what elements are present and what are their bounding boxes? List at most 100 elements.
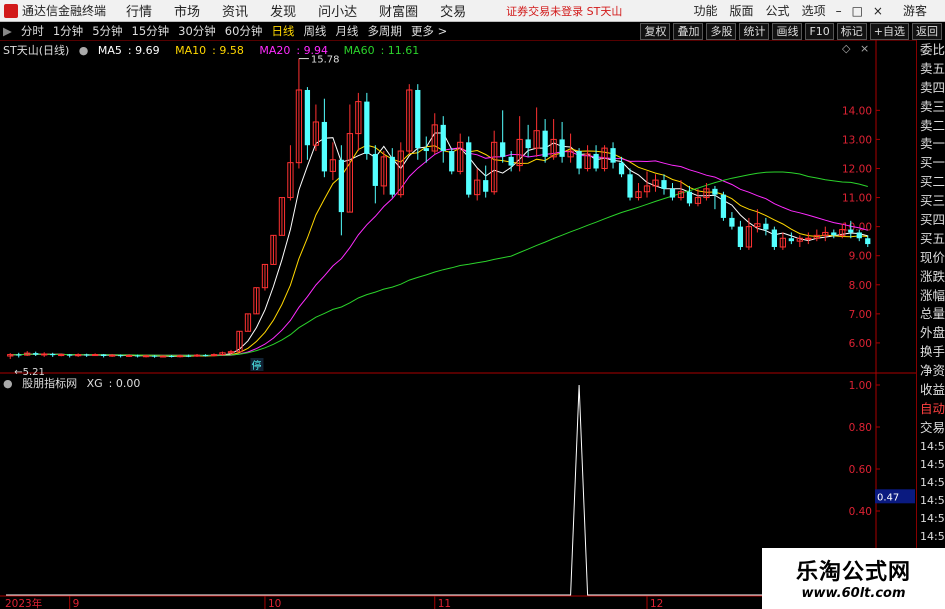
candle-body: [176, 355, 184, 358]
candle-body: [856, 232, 862, 239]
tool-add-watchlist[interactable]: +自选: [869, 22, 909, 40]
maximize-icon[interactable]: □: [852, 4, 863, 18]
right-panel-item[interactable]: 买三: [917, 191, 945, 210]
right-panel-item[interactable]: 交易: [917, 418, 945, 437]
right-panel-item[interactable]: 委比: [917, 40, 945, 59]
y-tick-label: 7.00: [849, 309, 872, 321]
tool-f10[interactable]: F10: [805, 22, 834, 40]
right-panel-item[interactable]: 卖一: [917, 134, 945, 153]
period-tab-daily[interactable]: 日线: [271, 23, 294, 39]
right-panel-item[interactable]: 卖五: [917, 59, 945, 78]
menu-function[interactable]: 功能: [694, 2, 718, 19]
watermark-title: 乐淘公式网: [795, 560, 911, 585]
candle-body: [415, 89, 421, 149]
y-tick-label: 9.00: [849, 251, 872, 263]
period-tab-30min[interactable]: 30分钟: [178, 23, 216, 39]
user-label[interactable]: 游客: [903, 2, 927, 19]
menu-item-ask[interactable]: 问小达: [318, 1, 357, 20]
candle-body: [771, 229, 777, 247]
candle-body: [92, 354, 99, 357]
right-panel-item[interactable]: 净资: [917, 361, 945, 380]
menu-item-discover[interactable]: 发现: [270, 1, 296, 20]
period-tab-5min[interactable]: 5分钟: [92, 23, 122, 39]
period-tab-monthly[interactable]: 月线: [335, 23, 358, 39]
suspension-marker: 停: [251, 359, 261, 372]
candle-body: [58, 354, 65, 357]
menu-formula[interactable]: 公式: [766, 2, 790, 19]
period-tab-more[interactable]: 更多 >: [411, 23, 447, 39]
right-panel-item[interactable]: 外盘: [917, 323, 945, 342]
candle-body: [627, 174, 633, 198]
x-tick-label: 2023年: [5, 597, 42, 609]
tool-statistics[interactable]: 统计: [739, 22, 770, 40]
y-tick-label: 6.00: [849, 338, 872, 350]
period-tab-multi[interactable]: 多周期: [367, 23, 402, 39]
indicator-y-label: 0.40: [849, 506, 872, 518]
menu-item-news[interactable]: 资讯: [222, 1, 248, 20]
candle-body: [712, 188, 718, 195]
tool-mark[interactable]: 标记: [836, 22, 867, 40]
tool-overlay[interactable]: 叠加: [673, 22, 704, 40]
menu-layout[interactable]: 版面: [730, 2, 754, 19]
candle-body: [67, 354, 73, 356]
right-panel-item[interactable]: 涨幅: [917, 286, 945, 305]
right-panel-item[interactable]: 卖三: [917, 97, 945, 116]
period-tab-1min[interactable]: 1分钟: [53, 23, 83, 39]
chart-area[interactable]: 6.007.008.009.0010.0011.0012.0013.0014.0…: [0, 40, 916, 609]
right-panel-item[interactable]: 买二: [917, 172, 945, 191]
period-tab-intraday[interactable]: 分时: [21, 23, 44, 39]
right-panel-item[interactable]: 买四: [917, 210, 945, 229]
candle-body: [151, 355, 158, 357]
current-value-label: 0.47: [877, 492, 899, 503]
x-tick-label: 9: [73, 598, 80, 609]
candle-body: [610, 148, 616, 163]
trade-time-item: 14:55: [920, 493, 945, 507]
right-panel-item[interactable]: 总量: [917, 304, 945, 323]
candle-body: [848, 229, 854, 233]
x-tick-label: 11: [438, 598, 451, 609]
candle-body: [304, 89, 311, 146]
indicator-y-label: 0.80: [849, 422, 872, 434]
menu-item-market[interactable]: 市场: [174, 1, 200, 20]
candle-body: [423, 148, 429, 152]
period-tab-60min[interactable]: 60分钟: [225, 23, 263, 39]
candle-body: [321, 121, 328, 172]
candle-body: [525, 139, 531, 149]
right-panel-item[interactable]: 换手: [917, 342, 945, 361]
tool-back[interactable]: 返回: [912, 22, 942, 40]
candle-body: [159, 355, 167, 358]
right-panel-item[interactable]: 买五: [917, 229, 945, 248]
candle-body: [466, 142, 472, 195]
candle-body: [831, 232, 837, 236]
candle-body: [763, 223, 769, 230]
tool-restore-rights[interactable]: 复权: [640, 22, 671, 40]
close-icon[interactable]: ×: [873, 4, 883, 18]
candle-body: [661, 180, 667, 189]
trade-time-item: 14:55: [920, 457, 945, 471]
xg-signal-line: [6, 384, 876, 596]
minimize-icon[interactable]: –: [836, 4, 842, 18]
period-tab-weekly[interactable]: 周线: [303, 23, 326, 39]
right-panel-item[interactable]: 买一: [917, 153, 945, 172]
period-toolbar: ▶ 分时 1分钟 5分钟 15分钟 30分钟 60分钟 日线 周线 月线 多周期…: [0, 22, 945, 41]
right-panel-item[interactable]: 卖四: [917, 78, 945, 97]
right-panel-item[interactable]: 现价: [917, 248, 945, 267]
right-panel-item[interactable]: 涨跌: [917, 267, 945, 286]
right-panel-item[interactable]: 收益: [917, 380, 945, 399]
candle-body: [686, 191, 693, 204]
tool-multi-stock[interactable]: 多股: [706, 22, 737, 40]
menu-options[interactable]: 选项: [802, 2, 826, 19]
candle-body: [125, 354, 133, 357]
right-panel-item[interactable]: 卖二: [917, 116, 945, 135]
candle-body: [576, 151, 582, 169]
menu-item-quotes[interactable]: 行情: [126, 1, 152, 20]
candle-body: [41, 353, 48, 356]
candle-body: [449, 151, 455, 172]
period-toggle-icon[interactable]: ▶: [3, 24, 12, 38]
menu-item-fortune[interactable]: 财富圈: [379, 1, 418, 20]
watermark-url: www.60lt.com: [801, 586, 906, 601]
menu-item-trade[interactable]: 交易: [440, 1, 466, 20]
tool-draw-line[interactable]: 画线: [772, 22, 803, 40]
right-panel-item[interactable]: 自动: [917, 399, 945, 418]
period-tab-15min[interactable]: 15分钟: [132, 23, 170, 39]
